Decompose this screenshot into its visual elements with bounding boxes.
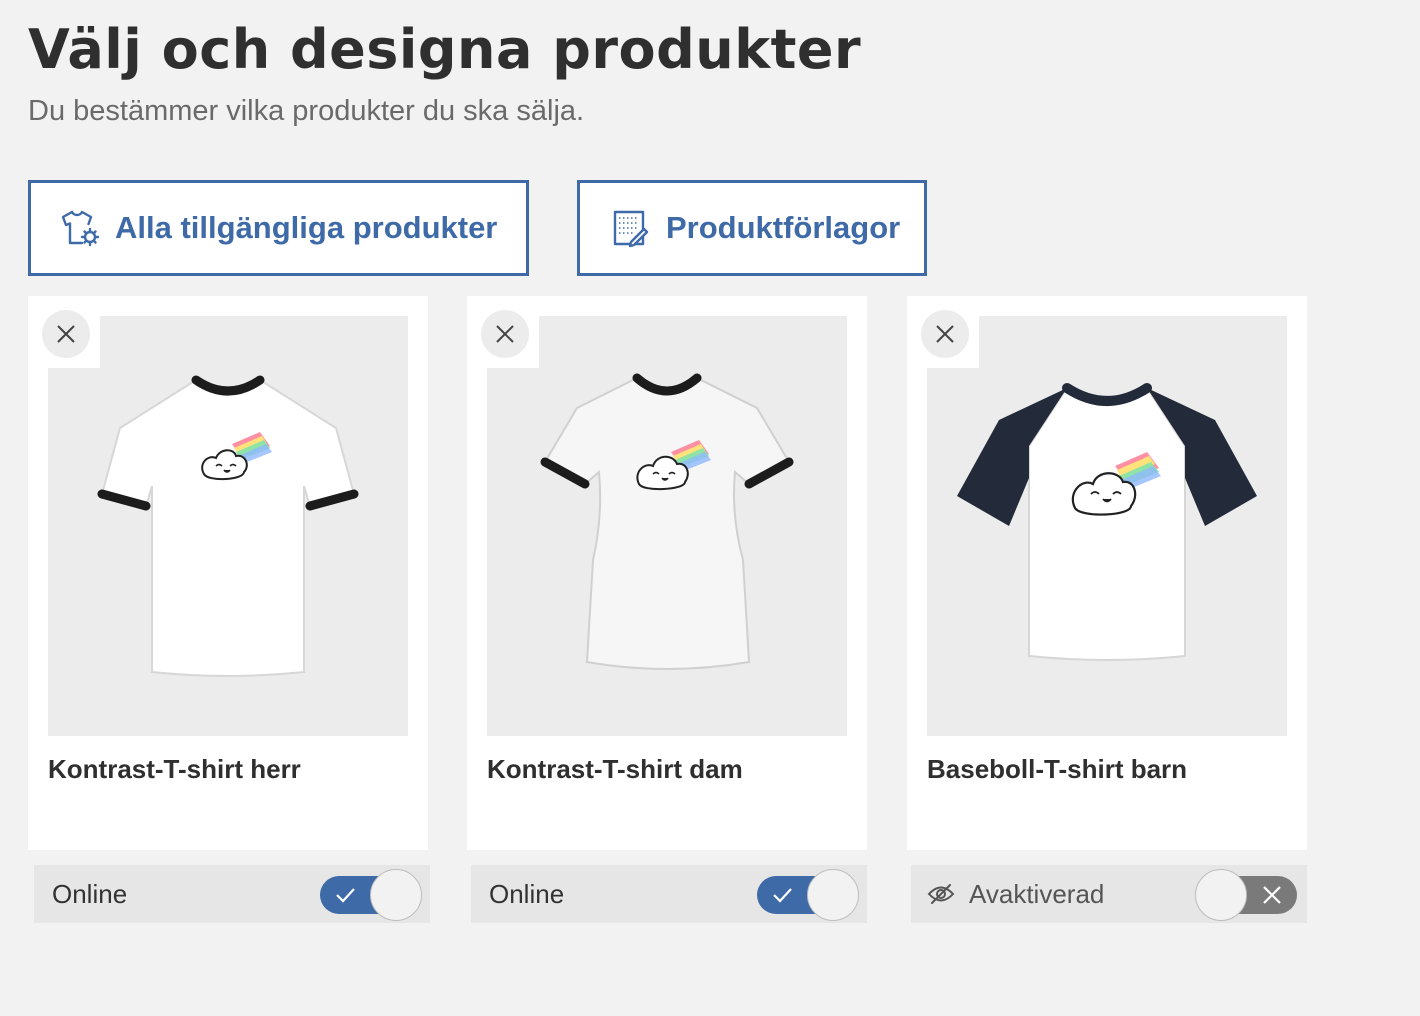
product-card[interactable]: Baseboll-T-shirt barn [907,296,1307,850]
remove-product-button[interactable] [481,310,529,358]
product-image[interactable] [48,316,408,736]
product-status-bar: Online [34,865,430,923]
check-icon [336,888,355,903]
close-icon [936,325,954,343]
status-label: Online [489,878,565,909]
remove-wrap [467,296,539,368]
product-image[interactable] [487,316,847,736]
templates-label: Produktförlagor [666,210,901,245]
remove-wrap [28,296,100,368]
online-toggle[interactable] [1195,869,1297,921]
product-card[interactable]: Kontrast-T-shirt herr [28,296,428,850]
remove-product-button[interactable] [921,310,969,358]
remove-wrap [907,296,979,368]
templates-button[interactable]: Produktförlagor [577,180,927,276]
online-toggle[interactable] [320,869,422,921]
tshirt-gear-icon [57,206,101,250]
eye-slash-icon [927,880,955,908]
product-image[interactable] [927,316,1287,736]
check-icon [773,888,792,903]
close-icon [57,325,75,343]
product-status-bar: Avaktiverad [911,865,1307,923]
page-title: Välj och designa produkter [28,18,862,81]
status-label: Online [52,878,128,909]
product-status-bar: Online [471,865,867,923]
template-icon [608,206,652,250]
all-products-label: Alla tillgängliga produkter [115,210,498,245]
all-products-button[interactable]: Alla tillgängliga produkter [28,180,529,276]
product-name: Kontrast-T-shirt dam [487,754,743,784]
page-subtitle: Du bestämmer vilka produkter du ska sälj… [28,95,585,127]
product-name: Baseboll-T-shirt barn [927,754,1188,784]
product-card[interactable]: Kontrast-T-shirt dam [467,296,867,850]
online-toggle[interactable] [757,869,859,921]
status-label: Avaktiverad [969,878,1105,909]
product-name: Kontrast-T-shirt herr [48,754,301,784]
close-icon [496,325,514,343]
remove-product-button[interactable] [42,310,90,358]
close-icon [1263,886,1281,904]
